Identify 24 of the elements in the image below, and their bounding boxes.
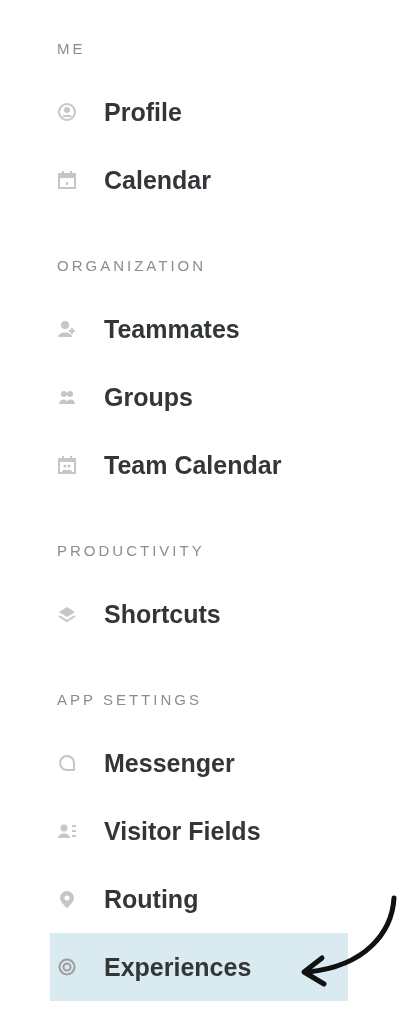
sidebar-item[interactable]: Groups (50, 363, 348, 431)
sidebar-item[interactable]: Teammates (50, 295, 348, 363)
speech-bubble-icon (58, 754, 76, 772)
sidebar-item[interactable]: Calendar (50, 146, 348, 214)
section-heading: ME (56, 38, 86, 59)
sidebar-item[interactable]: Visitor Fields (50, 797, 348, 865)
layers-icon (58, 605, 76, 623)
section-heading: ORGANIZATION (56, 255, 207, 276)
sidebar-item[interactable]: Team Calendar (50, 431, 348, 499)
section-heading: APP SETTINGS (56, 689, 202, 710)
person-plus-icon (58, 320, 76, 338)
section-heading: PRODUCTIVITY (56, 540, 205, 561)
person-circle-icon (58, 103, 76, 121)
sidebar-item[interactable]: Experiences (50, 933, 348, 1001)
sidebar-item[interactable]: Messenger (50, 729, 348, 797)
two-people-icon (58, 388, 76, 406)
sidebar-item[interactable]: Profile (50, 78, 348, 146)
team-calendar-icon (58, 456, 76, 474)
calendar-icon (58, 171, 76, 189)
map-pin-icon (58, 890, 76, 908)
sidebar-item[interactable]: Shortcuts (50, 580, 348, 648)
person-list-icon (58, 822, 76, 840)
sidebar-item[interactable]: Routing (50, 865, 348, 933)
target-icon (58, 958, 76, 976)
